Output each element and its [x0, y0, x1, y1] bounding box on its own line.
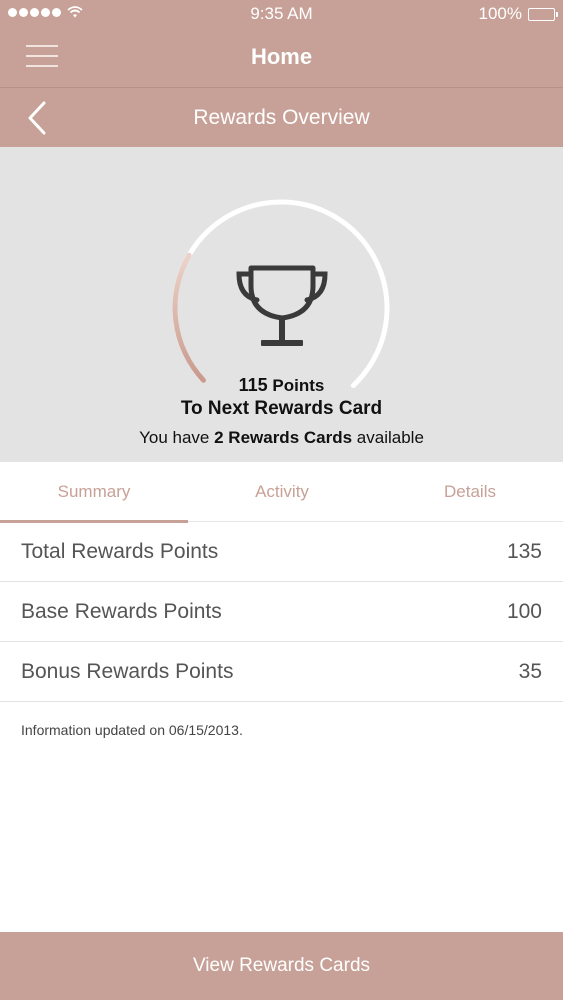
cards-available-text: You have 2 Rewards Cards available	[0, 428, 563, 448]
view-rewards-cards-button[interactable]: View Rewards Cards	[0, 932, 563, 1000]
sub-header: Rewards Overview	[0, 87, 563, 147]
tab-details[interactable]: Details	[376, 462, 563, 522]
tab-bar: Summary Activity Details	[0, 462, 563, 523]
summary-row-total: Total Rewards Points 135	[0, 522, 563, 582]
nav-bar: Home	[0, 30, 563, 87]
cards-prefix: You have	[139, 428, 210, 447]
summary-list: Total Rewards Points 135 Base Rewards Po…	[0, 522, 563, 702]
points-remaining: 115 Points	[0, 375, 563, 396]
cards-suffix: available	[356, 428, 424, 447]
row-label: Bonus Rewards Points	[21, 660, 234, 683]
row-value: 135	[506, 540, 542, 563]
tab-activity[interactable]: Activity	[188, 462, 376, 522]
summary-row-bonus: Bonus Rewards Points 35	[0, 642, 563, 702]
row-label: Base Rewards Points	[21, 600, 222, 623]
ring-progress	[172, 252, 206, 383]
status-bar: 9:35 AM 100%	[0, 0, 563, 30]
battery-percent: 100%	[478, 4, 522, 23]
tab-summary[interactable]: Summary	[0, 462, 188, 522]
row-label: Total Rewards Points	[21, 540, 219, 563]
points-unit: Points	[272, 376, 325, 395]
summary-row-base: Base Rewards Points 100	[0, 582, 563, 642]
points-number: 115	[238, 375, 268, 395]
sub-header-title: Rewards Overview	[193, 106, 370, 129]
battery-indicator: 100%	[478, 4, 558, 24]
trophy-icon	[236, 265, 328, 346]
rewards-hero: 115 Points To Next Rewards Card You have…	[0, 147, 563, 462]
next-card-text: To Next Rewards Card	[180, 398, 383, 419]
battery-icon	[528, 7, 558, 21]
row-value: 100	[506, 600, 542, 623]
updated-note: Information updated on 06/15/2013.	[21, 722, 243, 738]
cards-count: 2 Rewards Cards	[214, 428, 353, 447]
nav-title: Home	[250, 44, 313, 69]
row-value: 35	[518, 660, 542, 683]
